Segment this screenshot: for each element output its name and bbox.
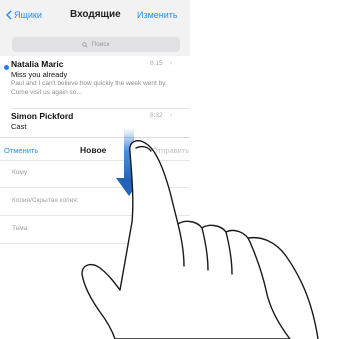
pointing-hand-icon (81, 140, 319, 339)
